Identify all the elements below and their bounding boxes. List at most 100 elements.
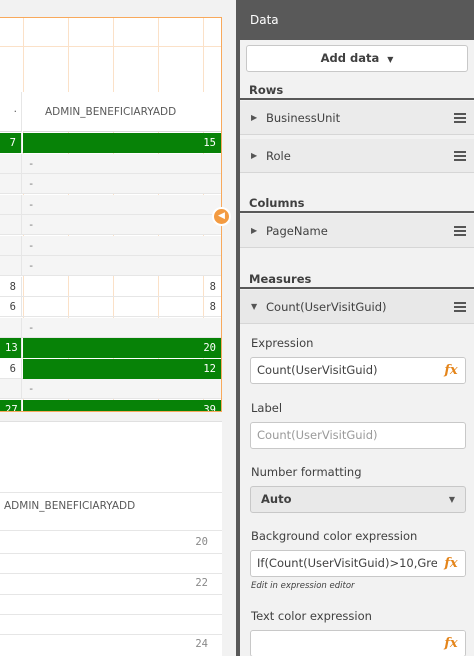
table-row[interactable]: 27 39 (0, 399, 221, 411)
number-formatting-select[interactable]: Auto ▼ (250, 486, 466, 513)
row-item-label: Role (266, 149, 291, 163)
table-row[interactable]: 88 (0, 276, 221, 297)
column-header-admin-beneficiaryadd-2: ADMIN_BENEFICIARYADD (4, 500, 136, 512)
table-cell-left: 27 (0, 399, 22, 411)
row-item-businessunit[interactable]: ▶ BusinessUnit (240, 101, 474, 135)
table-cell-left (0, 194, 22, 215)
table-row[interactable]: 68 (0, 297, 221, 317)
cell-value: 20 (195, 536, 208, 548)
row-item-role[interactable]: ▶ Role (240, 139, 474, 173)
drag-handle-icon[interactable] (454, 151, 466, 161)
number-formatting-value: Auto (261, 492, 292, 506)
table-cell-left (0, 174, 22, 194)
table-cell-value: 39 (23, 399, 221, 411)
table-cell-left: 13 (0, 338, 22, 358)
table-cell-left: 6 (0, 358, 22, 379)
table-cell-left (0, 215, 22, 235)
column-header-admin-beneficiaryadd[interactable]: ADMIN_BENEFICIARYADD (23, 92, 221, 132)
table-row[interactable]: - (0, 194, 221, 215)
table-row[interactable]: - (0, 174, 221, 194)
table-row[interactable]: - (0, 317, 221, 338)
column-item-pagename[interactable]: ▶ PageName (240, 214, 474, 248)
measure-item-count-uservisitguid[interactable]: ▼ Count(UserVisitGuid) (240, 290, 474, 324)
table-cell-value: - (28, 383, 35, 395)
table-cell-value: - (28, 198, 35, 211)
table-cell-left: 8 (0, 276, 22, 297)
label-placeholder: Count(UserVisitGuid) (257, 428, 378, 442)
table-row[interactable]: 13 20 (0, 338, 221, 358)
text-color-expression-label: Text color expression (251, 609, 372, 623)
table-cell-left (0, 153, 22, 174)
section-line (240, 211, 474, 213)
table-row[interactable]: - (0, 153, 221, 174)
expression-value: Count(UserVisitGuid) (257, 363, 378, 377)
row-divider (0, 594, 222, 595)
row-divider (0, 573, 222, 574)
properties-panel: Data Add data ▼ Rows ▶ BusinessUnit ▶ Ro… (240, 0, 474, 656)
table-cell-value: - (28, 260, 35, 272)
bg-color-expression-label: Background color expression (251, 529, 418, 543)
sheet-canvas: · ADMIN_BENEFICIARYADD 7 15- - - - - -8 8 6 8-13 2… (0, 0, 236, 656)
table-cell-value: 8 (209, 280, 216, 293)
table-cell-value: - (28, 219, 35, 231)
expand-arrow-icon[interactable]: ▶ (251, 214, 257, 248)
fx-icon[interactable]: fx (437, 631, 465, 656)
column-header-left: · (0, 92, 22, 132)
drag-handle-icon[interactable] (454, 113, 466, 123)
table-cell-value: 8 (209, 301, 216, 313)
add-data-button[interactable]: Add data ▼ (246, 45, 468, 72)
collapse-panel-handle[interactable]: ◀ (212, 207, 231, 226)
row-divider (0, 553, 222, 554)
table-cell-value: - (28, 239, 35, 252)
grid-line (0, 46, 221, 47)
table-cell-value: 15 (23, 133, 221, 153)
table-cell-left (0, 256, 22, 276)
chevron-down-icon: ▼ (448, 495, 455, 504)
column-item-label: PageName (266, 224, 328, 238)
table-row[interactable]: - (0, 215, 221, 235)
chevron-down-icon: ▼ (387, 55, 394, 64)
table-row[interactable]: - (0, 235, 221, 256)
number-formatting-label: Number formatting (251, 465, 362, 479)
table-cell-value: 20 (23, 338, 221, 358)
table-row[interactable]: 6 12 (0, 358, 221, 379)
pivot-table-selected[interactable]: · ADMIN_BENEFICIARYADD 7 15- - - - - -8 8 6 8-13 2… (0, 17, 222, 412)
table-row[interactable]: - (0, 256, 221, 276)
table-row[interactable]: 7 15 (0, 133, 221, 153)
expand-arrow-icon[interactable]: ▶ (251, 139, 257, 173)
table-cell-value: - (28, 178, 35, 190)
row-item-label: BusinessUnit (266, 111, 341, 125)
pivot-table-preview[interactable]: ADMIN_BENEFICIARYADD 20 22 24 (0, 421, 222, 656)
section-line (240, 98, 474, 100)
fx-icon[interactable]: fx (437, 358, 465, 383)
section-line (240, 287, 474, 289)
panel-title: Data (240, 0, 474, 40)
table-cell-value: 12 (23, 358, 221, 379)
fx-icon[interactable]: fx (437, 551, 465, 576)
row-divider (0, 492, 222, 493)
row-divider (0, 614, 222, 615)
label-input[interactable]: Count(UserVisitGuid) (250, 422, 466, 449)
table-cell-value: - (28, 157, 35, 170)
measure-item-label: Count(UserVisitGuid) (266, 300, 387, 314)
collapse-arrow-icon[interactable]: ▼ (251, 290, 257, 324)
expression-label: Expression (251, 336, 314, 350)
cell-value: 22 (195, 577, 208, 589)
table-cell-left: 7 (0, 133, 22, 153)
expand-arrow-icon[interactable]: ▶ (251, 101, 257, 135)
expression-input[interactable]: Count(UserVisitGuid) fx (250, 357, 466, 384)
text-color-expression-input[interactable]: fx (250, 630, 466, 656)
bg-color-expression-input[interactable]: If(Count(UserVisitGuid)>10,Gre fx (250, 550, 466, 577)
table-cell-value: - (28, 321, 35, 334)
rows-section-title: Rows (249, 83, 284, 97)
columns-section-title: Columns (249, 196, 305, 210)
drag-handle-icon[interactable] (454, 302, 466, 312)
table-row[interactable]: - (0, 379, 221, 399)
table-cell-left (0, 317, 22, 338)
add-data-label: Add data (320, 51, 380, 65)
drag-handle-icon[interactable] (454, 226, 466, 236)
table-cell-left (0, 235, 22, 256)
table-cell-left: 6 (0, 297, 22, 317)
measures-section-title: Measures (249, 272, 312, 286)
edit-in-expression-editor-hint[interactable]: Edit in expression editor (251, 581, 355, 591)
